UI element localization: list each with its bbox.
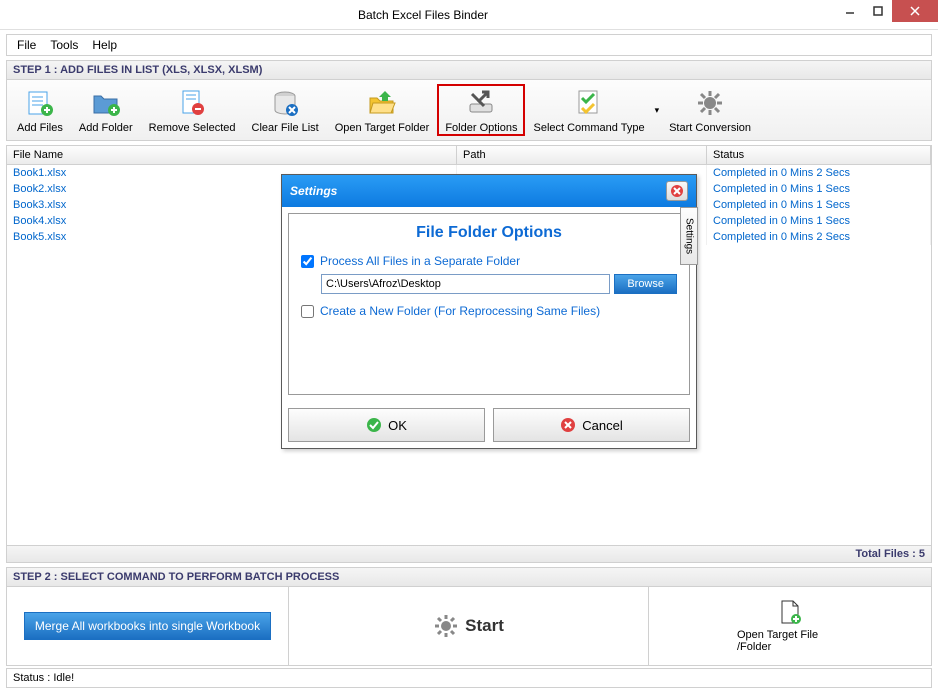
dialog-titlebar[interactable]: Settings bbox=[282, 175, 696, 207]
start-conversion-button[interactable]: Start Conversion bbox=[661, 84, 759, 136]
folder-options-button[interactable]: Folder Options bbox=[437, 84, 525, 136]
col-path[interactable]: Path bbox=[457, 146, 707, 164]
add-folder-icon bbox=[91, 86, 121, 120]
dialog-title-text: Settings bbox=[290, 184, 666, 198]
settings-dialog: Settings Settings File Folder Options Pr… bbox=[281, 174, 697, 449]
clear-list-label: Clear File List bbox=[252, 122, 319, 134]
dialog-heading: File Folder Options bbox=[301, 224, 677, 242]
remove-selected-button[interactable]: Remove Selected bbox=[141, 84, 244, 136]
dialog-close-button[interactable] bbox=[666, 181, 688, 201]
folder-options-label: Folder Options bbox=[445, 122, 517, 134]
process-all-checkbox[interactable] bbox=[301, 255, 314, 268]
select-command-type-label: Select Command Type bbox=[533, 122, 644, 134]
cancel-label: Cancel bbox=[582, 418, 622, 433]
remove-selected-label: Remove Selected bbox=[149, 122, 236, 134]
process-all-label: Process All Files in a Separate Folder bbox=[320, 254, 520, 268]
browse-button[interactable]: Browse bbox=[614, 274, 677, 294]
gear-icon bbox=[433, 613, 459, 639]
cell-status: Completed in 0 Mins 1 Secs bbox=[707, 213, 931, 229]
maximize-button[interactable] bbox=[864, 0, 892, 22]
clear-list-button[interactable]: Clear File List bbox=[244, 84, 327, 136]
select-command-type-button[interactable]: Select Command Type bbox=[525, 84, 652, 136]
cancel-icon bbox=[560, 417, 576, 433]
cell-status: Completed in 0 Mins 2 Secs bbox=[707, 165, 931, 181]
cell-status: Completed in 0 Mins 1 Secs bbox=[707, 181, 931, 197]
open-target-folder-label: Open Target Folder bbox=[335, 122, 430, 134]
start-conversion-label: Start Conversion bbox=[669, 122, 751, 134]
select-command-type-icon bbox=[574, 86, 604, 120]
menu-bar: File Tools Help bbox=[6, 34, 932, 56]
menu-help[interactable]: Help bbox=[92, 38, 117, 52]
total-files-label: Total Files : 5 bbox=[7, 545, 931, 562]
col-status[interactable]: Status bbox=[707, 146, 931, 164]
step2-header: STEP 2 : SELECT COMMAND TO PERFORM BATCH… bbox=[6, 567, 932, 587]
clear-list-icon bbox=[270, 86, 300, 120]
add-files-icon bbox=[25, 86, 55, 120]
menu-tools[interactable]: Tools bbox=[50, 38, 78, 52]
start-label: Start bbox=[465, 616, 504, 636]
grid-header: File Name Path Status bbox=[7, 146, 931, 165]
file-icon bbox=[779, 599, 801, 625]
toolbar: Add Files Add Folder Remove Selected Cle… bbox=[6, 80, 932, 141]
add-folder-button[interactable]: Add Folder bbox=[71, 84, 141, 136]
status-bar: Status : Idle! bbox=[6, 668, 932, 688]
process-all-row[interactable]: Process All Files in a Separate Folder bbox=[301, 254, 677, 268]
start-conversion-icon bbox=[695, 86, 725, 120]
cancel-button[interactable]: Cancel bbox=[493, 408, 690, 442]
create-new-label: Create a New Folder (For Reprocessing Sa… bbox=[320, 304, 600, 318]
step1-header: STEP 1 : ADD FILES IN LIST (XLS, XLSX, X… bbox=[6, 60, 932, 80]
start-button[interactable]: Start bbox=[313, 603, 624, 649]
open-target-file-button[interactable]: Open Target File /Folder bbox=[657, 595, 923, 657]
open-target-folder-icon bbox=[367, 86, 397, 120]
create-new-checkbox[interactable] bbox=[301, 305, 314, 318]
create-new-row[interactable]: Create a New Folder (For Reprocessing Sa… bbox=[301, 304, 677, 318]
cell-status: Completed in 0 Mins 1 Secs bbox=[707, 197, 931, 213]
ok-label: OK bbox=[388, 418, 407, 433]
menu-file[interactable]: File bbox=[17, 38, 36, 52]
dialog-side-tab[interactable]: Settings bbox=[680, 207, 698, 265]
close-icon bbox=[670, 184, 684, 198]
action-row: Merge All workbooks into single Workbook… bbox=[6, 587, 932, 666]
window-title: Batch Excel Files Binder bbox=[10, 8, 836, 22]
window-titlebar: Batch Excel Files Binder bbox=[0, 0, 938, 30]
open-target-file-label: Open Target File /Folder bbox=[737, 629, 843, 653]
folder-path-input[interactable] bbox=[321, 274, 610, 294]
window-controls bbox=[836, 0, 938, 29]
merge-workbooks-button[interactable]: Merge All workbooks into single Workbook bbox=[24, 612, 271, 640]
select-command-dropdown-icon[interactable]: ▾ bbox=[655, 105, 660, 116]
add-folder-label: Add Folder bbox=[79, 122, 133, 134]
col-filename[interactable]: File Name bbox=[7, 146, 457, 164]
add-files-label: Add Files bbox=[17, 122, 63, 134]
minimize-button[interactable] bbox=[836, 0, 864, 22]
ok-button[interactable]: OK bbox=[288, 408, 485, 442]
close-button[interactable] bbox=[892, 0, 938, 22]
add-files-button[interactable]: Add Files bbox=[9, 84, 71, 136]
remove-selected-icon bbox=[177, 86, 207, 120]
ok-icon bbox=[366, 417, 382, 433]
folder-options-icon bbox=[466, 86, 496, 120]
cell-status: Completed in 0 Mins 2 Secs bbox=[707, 229, 931, 245]
open-target-folder-button[interactable]: Open Target Folder bbox=[327, 84, 438, 136]
